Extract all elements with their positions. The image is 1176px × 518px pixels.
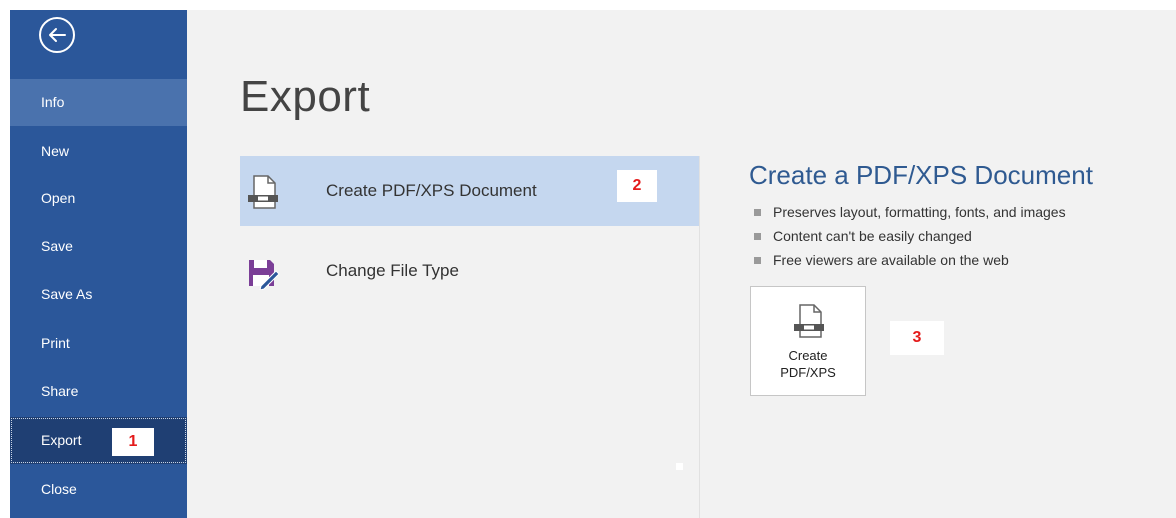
pdf-document-icon [794, 304, 824, 338]
list-item: Content can't be easily changed [749, 224, 1066, 248]
nav-item-open[interactable]: Open [10, 175, 187, 222]
back-arrow-icon [49, 28, 66, 42]
option-label: Change File Type [326, 261, 459, 280]
backstage-sidebar: Info New Open Save Save As Print Share E… [10, 10, 187, 518]
step-annotation-1: 1 [112, 428, 154, 456]
option-label: Create PDF/XPS Document [326, 181, 537, 200]
create-pdf-xps-button[interactable]: Create PDF/XPS [750, 286, 866, 396]
nav-item-new[interactable]: New [10, 128, 187, 175]
pdf-document-icon [248, 175, 278, 209]
divider [699, 156, 700, 518]
nav-item-info[interactable]: Info [10, 79, 187, 126]
step-annotation-3: 3 [890, 321, 944, 355]
step-annotation-2: 2 [617, 170, 657, 202]
details-title: Create a PDF/XPS Document [749, 160, 1093, 190]
option-change-file-type[interactable]: Change File Type [240, 236, 699, 306]
save-edit-icon [249, 260, 280, 290]
details-bullets: Preserves layout, formatting, fonts, and… [749, 200, 1066, 272]
decorative-dot [676, 463, 683, 470]
nav-item-print[interactable]: Print [10, 320, 187, 367]
back-button[interactable] [39, 17, 75, 53]
nav-item-save[interactable]: Save [10, 223, 187, 270]
export-pane: Export Create PDF/XPS Document 2 Change … [187, 10, 1176, 518]
nav-item-share[interactable]: Share [10, 368, 187, 415]
list-item: Free viewers are available on the web [749, 248, 1066, 272]
list-item: Preserves layout, formatting, fonts, and… [749, 200, 1066, 224]
nav-item-close[interactable]: Close [10, 466, 187, 513]
nav-item-save-as[interactable]: Save As [10, 271, 187, 318]
page-title: Export [240, 72, 371, 121]
nav-item-export[interactable]: Export [10, 417, 187, 464]
create-pdf-xps-label: Create PDF/XPS [780, 348, 836, 380]
